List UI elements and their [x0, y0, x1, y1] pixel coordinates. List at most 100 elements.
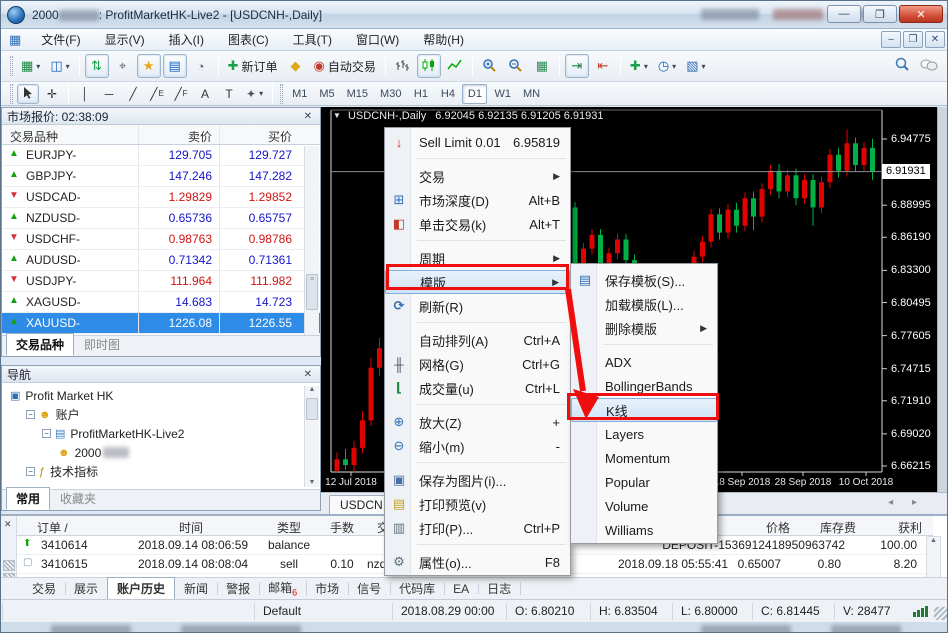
- auto-scroll-toggle[interactable]: ⇥: [565, 54, 589, 78]
- ctx-成交量u[interactable]: ⌊成交量(u)Ctrl+L: [385, 376, 570, 400]
- terminal-column-3[interactable]: 手数: [321, 519, 363, 536]
- terminal-toggle[interactable]: ▤: [163, 54, 187, 78]
- menu-window[interactable]: 窗口(W): [344, 31, 411, 49]
- new-chart-button[interactable]: ▦▾: [17, 54, 44, 78]
- nav-item-技术指标[interactable]: −ƒ技术指标: [2, 462, 320, 481]
- search-button[interactable]: [890, 54, 914, 78]
- vertical-line-tool[interactable]: │: [74, 84, 96, 104]
- market-watch-close-icon[interactable]: ✕: [301, 111, 315, 122]
- data-window-toggle[interactable]: ⌖: [111, 54, 135, 78]
- terminal-tab-3[interactable]: 新闻: [175, 578, 217, 599]
- menu-insert[interactable]: 插入(I): [157, 31, 216, 49]
- zoom-in-button[interactable]: [478, 54, 502, 78]
- terminal-tab-9[interactable]: EA: [444, 580, 478, 598]
- ctx-刷新r[interactable]: ⟳刷新(R): [385, 294, 570, 318]
- timeframe-h4[interactable]: H4: [435, 84, 460, 104]
- navigator-close-icon[interactable]: ✕: [301, 369, 315, 380]
- timeframe-m5[interactable]: M5: [314, 84, 339, 104]
- terminal-column-5[interactable]: 价格: [739, 519, 817, 536]
- market-watch-toggle[interactable]: ⇅: [85, 54, 109, 78]
- chat-button[interactable]: [916, 54, 942, 78]
- terminal-column-0[interactable]: 订单 /: [37, 519, 123, 536]
- market-row-eurjpy[interactable]: ▲EURJPY-129.705129.727: [2, 145, 320, 166]
- toolbar-grip[interactable]: [10, 56, 13, 76]
- navigator-tab-favorites[interactable]: 收藏夹: [50, 487, 106, 510]
- navigator-scrollbar[interactable]: ▲ ▼: [304, 386, 319, 487]
- market-row-usdjpy[interactable]: ▼USDJPY-111.964111.982: [2, 271, 320, 292]
- market-tab-symbols[interactable]: 交易品种: [6, 333, 74, 356]
- terminal-tab-8[interactable]: 代码库: [390, 578, 444, 599]
- nav-item-账户[interactable]: −☻账户: [2, 405, 320, 424]
- tpl-momentum[interactable]: Momentum: [571, 446, 717, 470]
- profiles-button[interactable]: ◫▾: [46, 54, 73, 78]
- timeframe-m15[interactable]: M15: [342, 84, 373, 104]
- ctx-交易[interactable]: 交易▶: [385, 164, 570, 188]
- restore-button[interactable]: ❐: [863, 5, 897, 23]
- market-row-usdchf[interactable]: ▼USDCHF-0.987630.98786: [2, 229, 320, 250]
- fibonacci-tool[interactable]: ╱F: [170, 84, 192, 104]
- ctx-自动排列a[interactable]: 自动排列(A)Ctrl+A: [385, 328, 570, 352]
- menu-help[interactable]: 帮助(H): [411, 31, 476, 49]
- ctx-属性o[interactable]: ⚙属性(o)...F8: [385, 550, 570, 574]
- ctx-市场深度d[interactable]: ⊞市场深度(D)Alt+B: [385, 188, 570, 212]
- collapse-icon[interactable]: −: [42, 429, 51, 438]
- toolbar-grip[interactable]: [280, 84, 283, 104]
- ctx-放大z[interactable]: ⊕放大(Z)+: [385, 410, 570, 434]
- terminal-tab-2[interactable]: 账户历史: [107, 577, 175, 600]
- bar-chart-button[interactable]: [391, 54, 415, 78]
- channel-tool[interactable]: ╱E: [146, 84, 168, 104]
- templates-dropdown[interactable]: ▧▾: [682, 54, 709, 78]
- tpl-layers[interactable]: Layers: [571, 422, 717, 446]
- child-minimize-button[interactable]: –: [881, 31, 901, 48]
- candle-chart-button[interactable]: [417, 54, 441, 78]
- market-watch-scrollbar[interactable]: ≡: [304, 146, 319, 336]
- tpl-保存模板s[interactable]: ▤保存模板(S)...: [571, 268, 717, 292]
- tpl-加载模版l[interactable]: 加载模版(L)...: [571, 292, 717, 316]
- terminal-tab-5[interactable]: 邮箱6: [259, 577, 306, 599]
- toolbar-grip[interactable]: [10, 84, 13, 104]
- zoom-out-button[interactable]: [504, 54, 528, 78]
- market-row-nzdusd[interactable]: ▲NZDUSD-0.657360.65757: [2, 208, 320, 229]
- ctx-打印预览v[interactable]: ▤打印预览(v): [385, 492, 570, 516]
- timeframe-d1[interactable]: D1: [462, 84, 487, 104]
- timeframe-h1[interactable]: H1: [408, 84, 433, 104]
- timeframe-mn[interactable]: MN: [518, 84, 545, 104]
- tpl-volume[interactable]: Volume: [571, 494, 717, 518]
- trendline-tool[interactable]: ╱: [122, 84, 144, 104]
- menu-file[interactable]: 文件(F): [29, 31, 92, 49]
- strategy-tester-toggle[interactable]: ◔: [189, 54, 213, 78]
- menu-view[interactable]: 显示(V): [93, 31, 157, 49]
- resize-grip[interactable]: [934, 607, 947, 620]
- terminal-tab-1[interactable]: 展示: [65, 578, 107, 599]
- ctx-selllimit001[interactable]: ↓Sell Limit 0.016.95819: [385, 130, 570, 154]
- market-tab-tick-chart[interactable]: 即时图: [74, 333, 130, 356]
- nav-item-2000[interactable]: ☻2000: [2, 443, 320, 462]
- ctx-缩小m[interactable]: ⊖缩小(m)-: [385, 434, 570, 458]
- tpl-popular[interactable]: Popular: [571, 470, 717, 494]
- market-row-audusd[interactable]: ▲AUDUSD-0.713420.71361: [2, 250, 320, 271]
- market-row-usdcad[interactable]: ▼USDCAD-1.298291.29852: [2, 187, 320, 208]
- terminal-column-6[interactable]: 库存费: [811, 519, 865, 536]
- terminal-tab-0[interactable]: 交易: [23, 578, 65, 599]
- tpl-adx[interactable]: ADX: [571, 350, 717, 374]
- chart-tab-scroll-arrows[interactable]: ◂ ▸: [888, 497, 925, 508]
- timeframe-w1[interactable]: W1: [489, 84, 516, 104]
- line-chart-button[interactable]: [443, 54, 467, 78]
- shapes-dropdown[interactable]: ✦▾: [242, 84, 267, 104]
- terminal-tab-7[interactable]: 信号: [348, 578, 390, 599]
- market-row-gbpjpy[interactable]: ▲GBPJPY-147.246147.282: [2, 166, 320, 187]
- timeframe-m30[interactable]: M30: [375, 84, 406, 104]
- column-symbol[interactable]: 交易品种: [10, 128, 58, 145]
- navigator-toggle[interactable]: ★: [137, 54, 161, 78]
- terminal-column-1[interactable]: 时间: [125, 519, 257, 536]
- market-row-xagusd[interactable]: ▲XAGUSD-14.68314.723: [2, 292, 320, 313]
- ctx-网格g[interactable]: ╫网格(G)Ctrl+G: [385, 352, 570, 376]
- terminal-close-icon[interactable]: ✕: [4, 519, 12, 530]
- new-order-button[interactable]: ✚新订单: [224, 54, 282, 78]
- menu-charts[interactable]: 图表(C): [216, 31, 281, 49]
- child-close-button[interactable]: ✕: [925, 31, 945, 48]
- terminal-tab-4[interactable]: 警报: [217, 578, 259, 599]
- timeframe-m1[interactable]: M1: [287, 84, 312, 104]
- autotrading-button[interactable]: ◉自动交易: [310, 54, 380, 78]
- market-row-xauusd[interactable]: ▲XAUUSD-1226.081226.55: [2, 313, 320, 334]
